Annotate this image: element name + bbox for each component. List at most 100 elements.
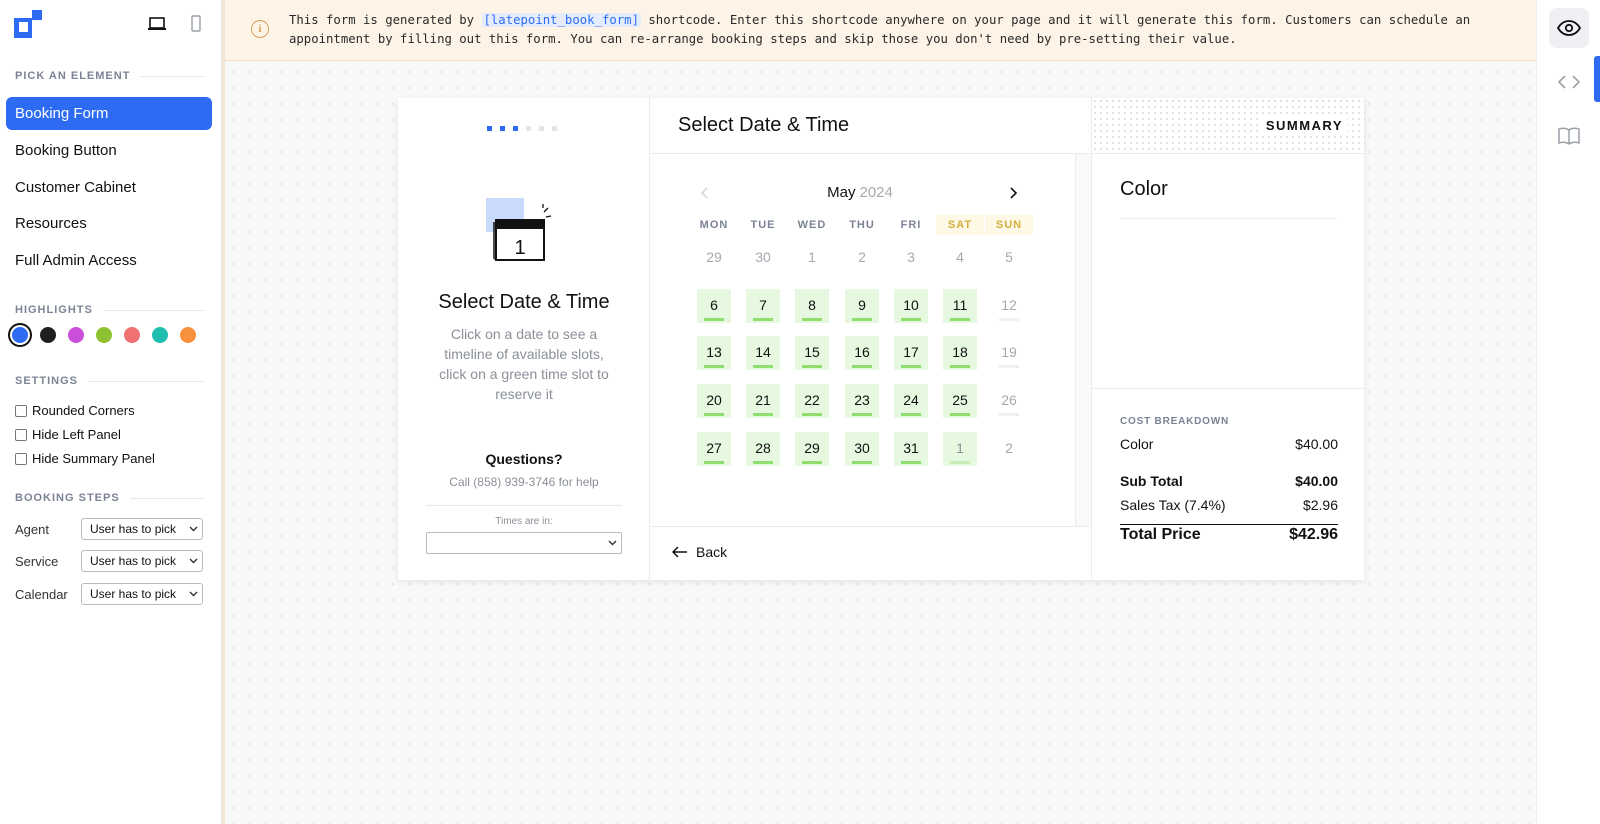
checkbox[interactable] [15, 452, 27, 465]
availability-bar [704, 365, 724, 368]
availability-bar [950, 365, 970, 368]
availability-bar [753, 318, 773, 321]
side-step-title: Select Date & Time [438, 291, 610, 313]
element-booking-form[interactable]: Booking Form [6, 97, 212, 130]
step-agent-select[interactable]: User has to pick [81, 518, 203, 540]
calendar-day[interactable]: 31 [894, 432, 928, 466]
step-agent-row: Agent User has to pick [15, 518, 203, 540]
element-full-admin-access[interactable]: Full Admin Access [6, 244, 212, 277]
availability-bar [802, 461, 822, 464]
next-month-button[interactable] [1004, 184, 1022, 202]
scrollbar[interactable] [1075, 154, 1091, 526]
back-button[interactable]: Back [672, 544, 727, 560]
checkbox[interactable] [15, 404, 27, 417]
highlight-color-swatch[interactable] [152, 327, 168, 343]
tax-row: Sales Tax (7.4%) $2.96 [1120, 497, 1338, 513]
calendar-day[interactable]: 22 [795, 384, 829, 418]
documentation-book-icon[interactable] [1549, 116, 1589, 156]
shortcode-chip[interactable]: [latepoint_book_form] [481, 13, 641, 27]
code-icon[interactable] [1549, 62, 1589, 102]
calendar-day[interactable]: 17 [894, 336, 928, 370]
latepoint-logo [14, 10, 42, 38]
cost-line-item: Color $40.00 [1120, 436, 1338, 452]
calendar-day[interactable]: 20 [697, 384, 731, 418]
calendar-day[interactable]: 1 [795, 241, 829, 275]
availability-bar [901, 413, 921, 416]
preview-eye-icon[interactable] [1549, 8, 1589, 48]
calendar-day[interactable]: 14 [746, 336, 780, 370]
calendar-day[interactable]: 29 [697, 241, 731, 275]
availability-bar [950, 461, 970, 464]
element-booking-button[interactable]: Booking Button [6, 134, 212, 167]
calendar-day[interactable]: 10 [894, 289, 928, 323]
element-customer-cabinet[interactable]: Customer Cabinet [6, 171, 212, 204]
highlight-color-swatch[interactable] [68, 327, 84, 343]
calendar-day[interactable]: 19 [992, 336, 1026, 370]
subtotal-row: Sub Total $40.00 [1120, 473, 1338, 489]
calendar-day[interactable]: 30 [845, 432, 879, 466]
checkbox[interactable] [15, 428, 27, 441]
step-header: Select Date & Time [650, 98, 1091, 154]
booking-form-widget: 1 Select Date & Time Click on a date to … [398, 98, 1365, 580]
highlight-color-swatch[interactable] [180, 327, 196, 343]
timezone-select[interactable] [426, 532, 622, 554]
calendar-day[interactable]: 12 [992, 289, 1026, 323]
step-calendar-label: Calendar [15, 586, 68, 602]
calendar-day[interactable]: 15 [795, 336, 829, 370]
step-footer: Back [650, 526, 1091, 580]
availability-bar [852, 413, 872, 416]
calendar-day[interactable]: 5 [992, 241, 1026, 275]
questions-phone: Call (858) 939-3746 for help [449, 475, 599, 489]
highlight-color-swatch[interactable] [124, 327, 140, 343]
settings-heading: SETTINGS [15, 375, 205, 387]
booking-steps-heading: BOOKING STEPS [15, 492, 205, 504]
availability-bar [999, 365, 1019, 368]
divider [1120, 524, 1338, 525]
calendar-day[interactable]: 16 [845, 336, 879, 370]
calendar-day[interactable]: 6 [697, 289, 731, 323]
highlight-color-swatch[interactable] [12, 327, 28, 343]
desktop-preview-icon[interactable] [146, 14, 168, 34]
highlight-color-swatch[interactable] [96, 327, 112, 343]
calendar-day[interactable]: 2 [992, 432, 1026, 466]
calendar-day[interactable]: 1 [943, 432, 977, 466]
calendar-day[interactable]: 11 [943, 289, 977, 323]
calendar-day[interactable]: 26 [992, 384, 1026, 418]
step-service-select[interactable]: User has to pick [81, 550, 203, 572]
calendar-day[interactable]: 9 [845, 289, 879, 323]
mobile-preview-icon[interactable] [185, 14, 207, 34]
setting-hide-summary-panel[interactable]: Hide Summary Panel [15, 451, 155, 466]
calendar-day[interactable]: 25 [943, 384, 977, 418]
calendar-day[interactable]: 18 [943, 336, 977, 370]
calendar-day[interactable]: 27 [697, 432, 731, 466]
calendar-day[interactable]: 3 [894, 241, 928, 275]
divider [426, 505, 622, 506]
calendar-day[interactable]: 7 [746, 289, 780, 323]
calendar-day[interactable]: 13 [697, 336, 731, 370]
element-resources[interactable]: Resources [6, 207, 212, 240]
calendar-day[interactable]: 2 [845, 241, 879, 275]
chevron-right-icon [1010, 187, 1017, 199]
calendar-day[interactable]: 28 [746, 432, 780, 466]
info-icon: i [251, 20, 269, 38]
calendar-day[interactable]: 24 [894, 384, 928, 418]
step-calendar-select[interactable]: User has to pick [81, 583, 203, 605]
calendar-day[interactable]: 21 [746, 384, 780, 418]
highlight-color-swatch[interactable] [40, 327, 56, 343]
availability-bar [802, 365, 822, 368]
calendar-day[interactable]: 30 [746, 241, 780, 275]
booking-side-panel: 1 Select Date & Time Click on a date to … [398, 98, 650, 580]
calendar-day[interactable]: 29 [795, 432, 829, 466]
setting-rounded-corners[interactable]: Rounded Corners [15, 403, 135, 418]
calendar-day[interactable]: 4 [943, 241, 977, 275]
step-service-row: Service User has to pick [15, 550, 203, 572]
availability-bar [950, 413, 970, 416]
calendar-day[interactable]: 23 [845, 384, 879, 418]
total-price-row: Total Price $42.96 [1120, 526, 1338, 543]
step-calendar-row: Calendar User has to pick [15, 583, 203, 605]
availability-bar [901, 318, 921, 321]
svg-text:1: 1 [514, 237, 525, 259]
calendar-day[interactable]: 8 [795, 289, 829, 323]
setting-hide-left-panel[interactable]: Hide Left Panel [15, 427, 121, 442]
cost-breakdown-title: COST BREAKDOWN [1120, 416, 1229, 427]
